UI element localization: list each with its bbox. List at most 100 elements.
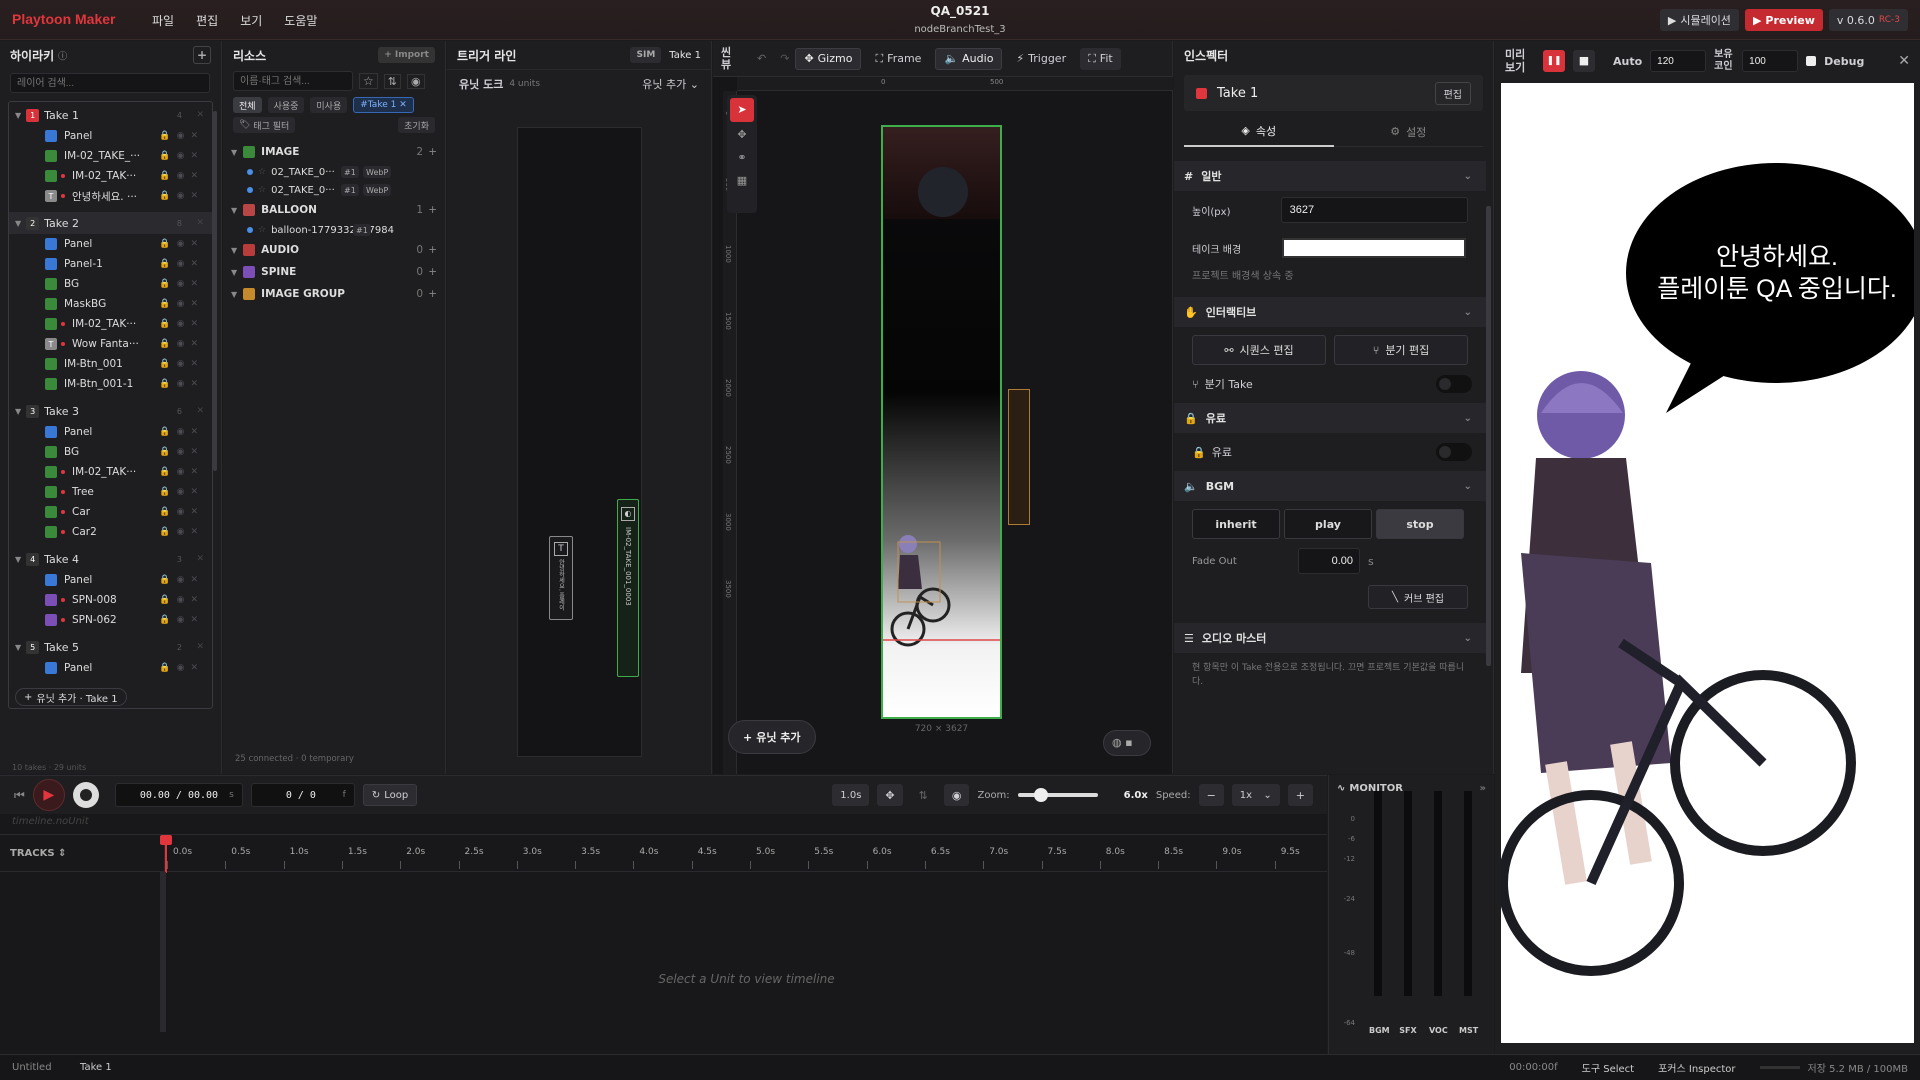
layer-row[interactable]: IM-02_TAK··· 🔒◉✕: [9, 314, 212, 334]
plus-icon[interactable]: +: [428, 244, 437, 256]
offscreen-unit[interactable]: [1008, 389, 1030, 525]
redo-icon[interactable]: ↷: [780, 52, 789, 65]
menu-edit[interactable]: 편집: [196, 12, 218, 29]
hierarchy-scrollbar[interactable]: [213, 111, 217, 471]
active-tag-chip[interactable]: #Take 1 ✕: [353, 97, 414, 113]
resource-section[interactable]: ▼ SPINE 0 +: [223, 261, 445, 283]
layer-row[interactable]: IM-02_TAK··· 🔒◉✕: [9, 166, 212, 186]
layer-actions-icons[interactable]: 🔒◉✕: [159, 615, 204, 625]
skip-back-icon[interactable]: ⏮: [14, 788, 25, 803]
layer-row[interactable]: T Wow Fanta··· 🔒◉✕: [9, 334, 212, 354]
layer-actions-icons[interactable]: 🔒◉✕: [159, 151, 204, 161]
close-icon[interactable]: ✕: [196, 554, 204, 564]
add-unit-dropdown[interactable]: 유닛 추가 ⌄: [642, 76, 699, 92]
move-tool-icon[interactable]: ✥: [730, 128, 754, 141]
audio-master-section[interactable]: ☰ 오디오 마스터 ⌄: [1174, 623, 1486, 653]
add-unit-button[interactable]: + 유닛 추가 · Take 1: [15, 688, 127, 706]
menu-view[interactable]: 보기: [240, 12, 262, 29]
frame-toggle[interactable]: ⛶ Frame: [867, 48, 929, 70]
sort-icon[interactable]: ⇅: [911, 784, 936, 806]
layer-row[interactable]: IM-Btn_001-1 🔒◉✕: [9, 374, 212, 394]
layer-row[interactable]: Panel 🔒◉✕: [9, 234, 212, 254]
resource-section[interactable]: ▼ BALLOON 1 +: [223, 199, 445, 221]
layer-row[interactable]: Panel 🔒◉✕: [9, 422, 212, 442]
zoom-slider[interactable]: [1017, 788, 1098, 802]
select-tool-icon[interactable]: ➤: [730, 98, 754, 122]
fit-button[interactable]: ⛶ Fit: [1080, 47, 1121, 70]
debug-checkbox[interactable]: [1806, 56, 1817, 66]
expand-arrow-icon[interactable]: ▼: [15, 219, 21, 228]
trigger-toggle[interactable]: ⚡ Trigger: [1008, 48, 1074, 70]
layer-row[interactable]: IM-Btn_001 🔒◉✕: [9, 354, 212, 374]
speed-select[interactable]: 1x ⌄: [1231, 784, 1280, 806]
scene-canvas[interactable]: [881, 125, 1002, 719]
layer-actions-icons[interactable]: 🔒◉✕: [159, 427, 204, 437]
layer-row[interactable]: IM-02_TAK··· 🔒◉✕: [9, 462, 212, 482]
frame-display[interactable]: 0 / 0f: [250, 783, 355, 807]
add-unit-button[interactable]: + 유닛 추가: [728, 720, 816, 754]
layer-actions-icons[interactable]: 🔒◉✕: [159, 299, 204, 309]
layer-actions-icons[interactable]: 🔒◉✕: [159, 575, 204, 585]
layer-actions-icons[interactable]: 🔒◉✕: [159, 339, 204, 349]
image-trigger-node[interactable]: ◐ IM-02_TAKE_001_0003: [617, 499, 639, 677]
layer-row[interactable]: Car2 🔒◉✕: [9, 522, 212, 542]
star-icon[interactable]: ☆: [258, 225, 266, 235]
speed-decrease-button[interactable]: −: [1198, 784, 1224, 806]
layer-row[interactable]: BG 🔒◉✕: [9, 442, 212, 462]
layer-actions-icons[interactable]: 🔒◉✕: [159, 279, 204, 289]
layer-row[interactable]: Tree 🔒◉✕: [9, 482, 212, 502]
import-button[interactable]: + Import: [378, 47, 435, 63]
pause-icon[interactable]: ❚❚: [1543, 50, 1565, 72]
branch-take-toggle[interactable]: [1436, 375, 1472, 393]
stop-icon[interactable]: ■: [1573, 50, 1595, 72]
layer-actions-icons[interactable]: 🔒◉✕: [159, 507, 204, 517]
menu-help[interactable]: 도움말: [284, 12, 317, 29]
take-row[interactable]: ▼ 5 Take 5 2 ✕: [9, 636, 212, 658]
resource-section[interactable]: ▼ IMAGE GROUP 0 +: [223, 283, 445, 305]
text-trigger-node[interactable]: T 안녕하세요. 플레이툰 QA 중입니다.: [549, 536, 573, 620]
layer-row[interactable]: SPN-062 🔒◉✕: [9, 610, 212, 630]
speed-increase-button[interactable]: +: [1287, 784, 1313, 806]
tag-filter-button[interactable]: 🏷 태그 필터: [233, 117, 296, 133]
resource-item[interactable]: ☆ balloon-1779332737984 #1: [223, 221, 445, 239]
layer-actions-icons[interactable]: 🔒◉✕: [159, 359, 204, 369]
plus-icon[interactable]: +: [428, 204, 437, 216]
layer-row[interactable]: SPN-008 🔒◉✕: [9, 590, 212, 610]
undo-icon[interactable]: ↶: [757, 52, 766, 65]
grid-tool-icon[interactable]: ▦: [730, 174, 754, 187]
resource-search-input[interactable]: [233, 71, 353, 91]
resource-section[interactable]: ▼ IMAGE 2 +: [223, 141, 445, 163]
sim-toggle[interactable]: SIM: [630, 47, 662, 63]
step-select[interactable]: 1.0s: [832, 784, 870, 806]
add-layer-button[interactable]: +: [193, 46, 211, 64]
layer-actions-icons[interactable]: 🔒◉✕: [159, 447, 204, 457]
expand-arrow-icon[interactable]: ▼: [15, 111, 21, 120]
tracks-label[interactable]: TRACKS ⇕: [0, 848, 164, 859]
preview-canvas[interactable]: 안녕하세요. 플레이툰 QA 중입니다.: [1501, 83, 1914, 1043]
loop-toggle[interactable]: ↻ Loop: [362, 784, 418, 806]
star-icon[interactable]: ☆: [359, 73, 378, 89]
layer-actions-icons[interactable]: 🔒◉✕: [159, 487, 204, 497]
bgm-stop-button[interactable]: stop: [1376, 509, 1464, 539]
filter-used[interactable]: 사용중: [267, 97, 305, 113]
layer-row[interactable]: MaskBG 🔒◉✕: [9, 294, 212, 314]
layer-actions-icons[interactable]: 🔒◉✕: [159, 239, 204, 249]
close-icon[interactable]: ✕: [196, 642, 204, 652]
height-input[interactable]: [1280, 197, 1468, 223]
curve-edit-button[interactable]: ╲ 커브 편집: [1368, 585, 1468, 609]
plus-icon[interactable]: +: [428, 146, 437, 158]
layer-row[interactable]: Panel 🔒◉✕: [9, 570, 212, 590]
eye-icon[interactable]: ◉: [406, 73, 425, 89]
collapse-icon[interactable]: »: [1480, 783, 1486, 794]
snap-icon[interactable]: ✥: [877, 784, 903, 806]
time-display[interactable]: 00.00 / 00.00 s: [114, 783, 243, 807]
close-icon[interactable]: ✕: [196, 218, 204, 228]
take-row[interactable]: ▼ 3 Take 3 6 ✕: [9, 400, 212, 422]
close-icon[interactable]: ✕: [196, 110, 204, 120]
fade-out-input[interactable]: [1298, 548, 1360, 574]
resource-section[interactable]: ▼ AUDIO 0 +: [223, 239, 445, 261]
paid-section[interactable]: 🔒 유료 ⌄: [1174, 403, 1486, 433]
time-ruler[interactable]: 0.0s 0.5s 1.0s 1.5s 2.0s 2.5s 3.0s 3.5s 4.0s 4.5s…: [160, 835, 1327, 873]
layer-row[interactable]: Car 🔒◉✕: [9, 502, 212, 522]
expand-arrow-icon[interactable]: ▼: [15, 555, 21, 564]
